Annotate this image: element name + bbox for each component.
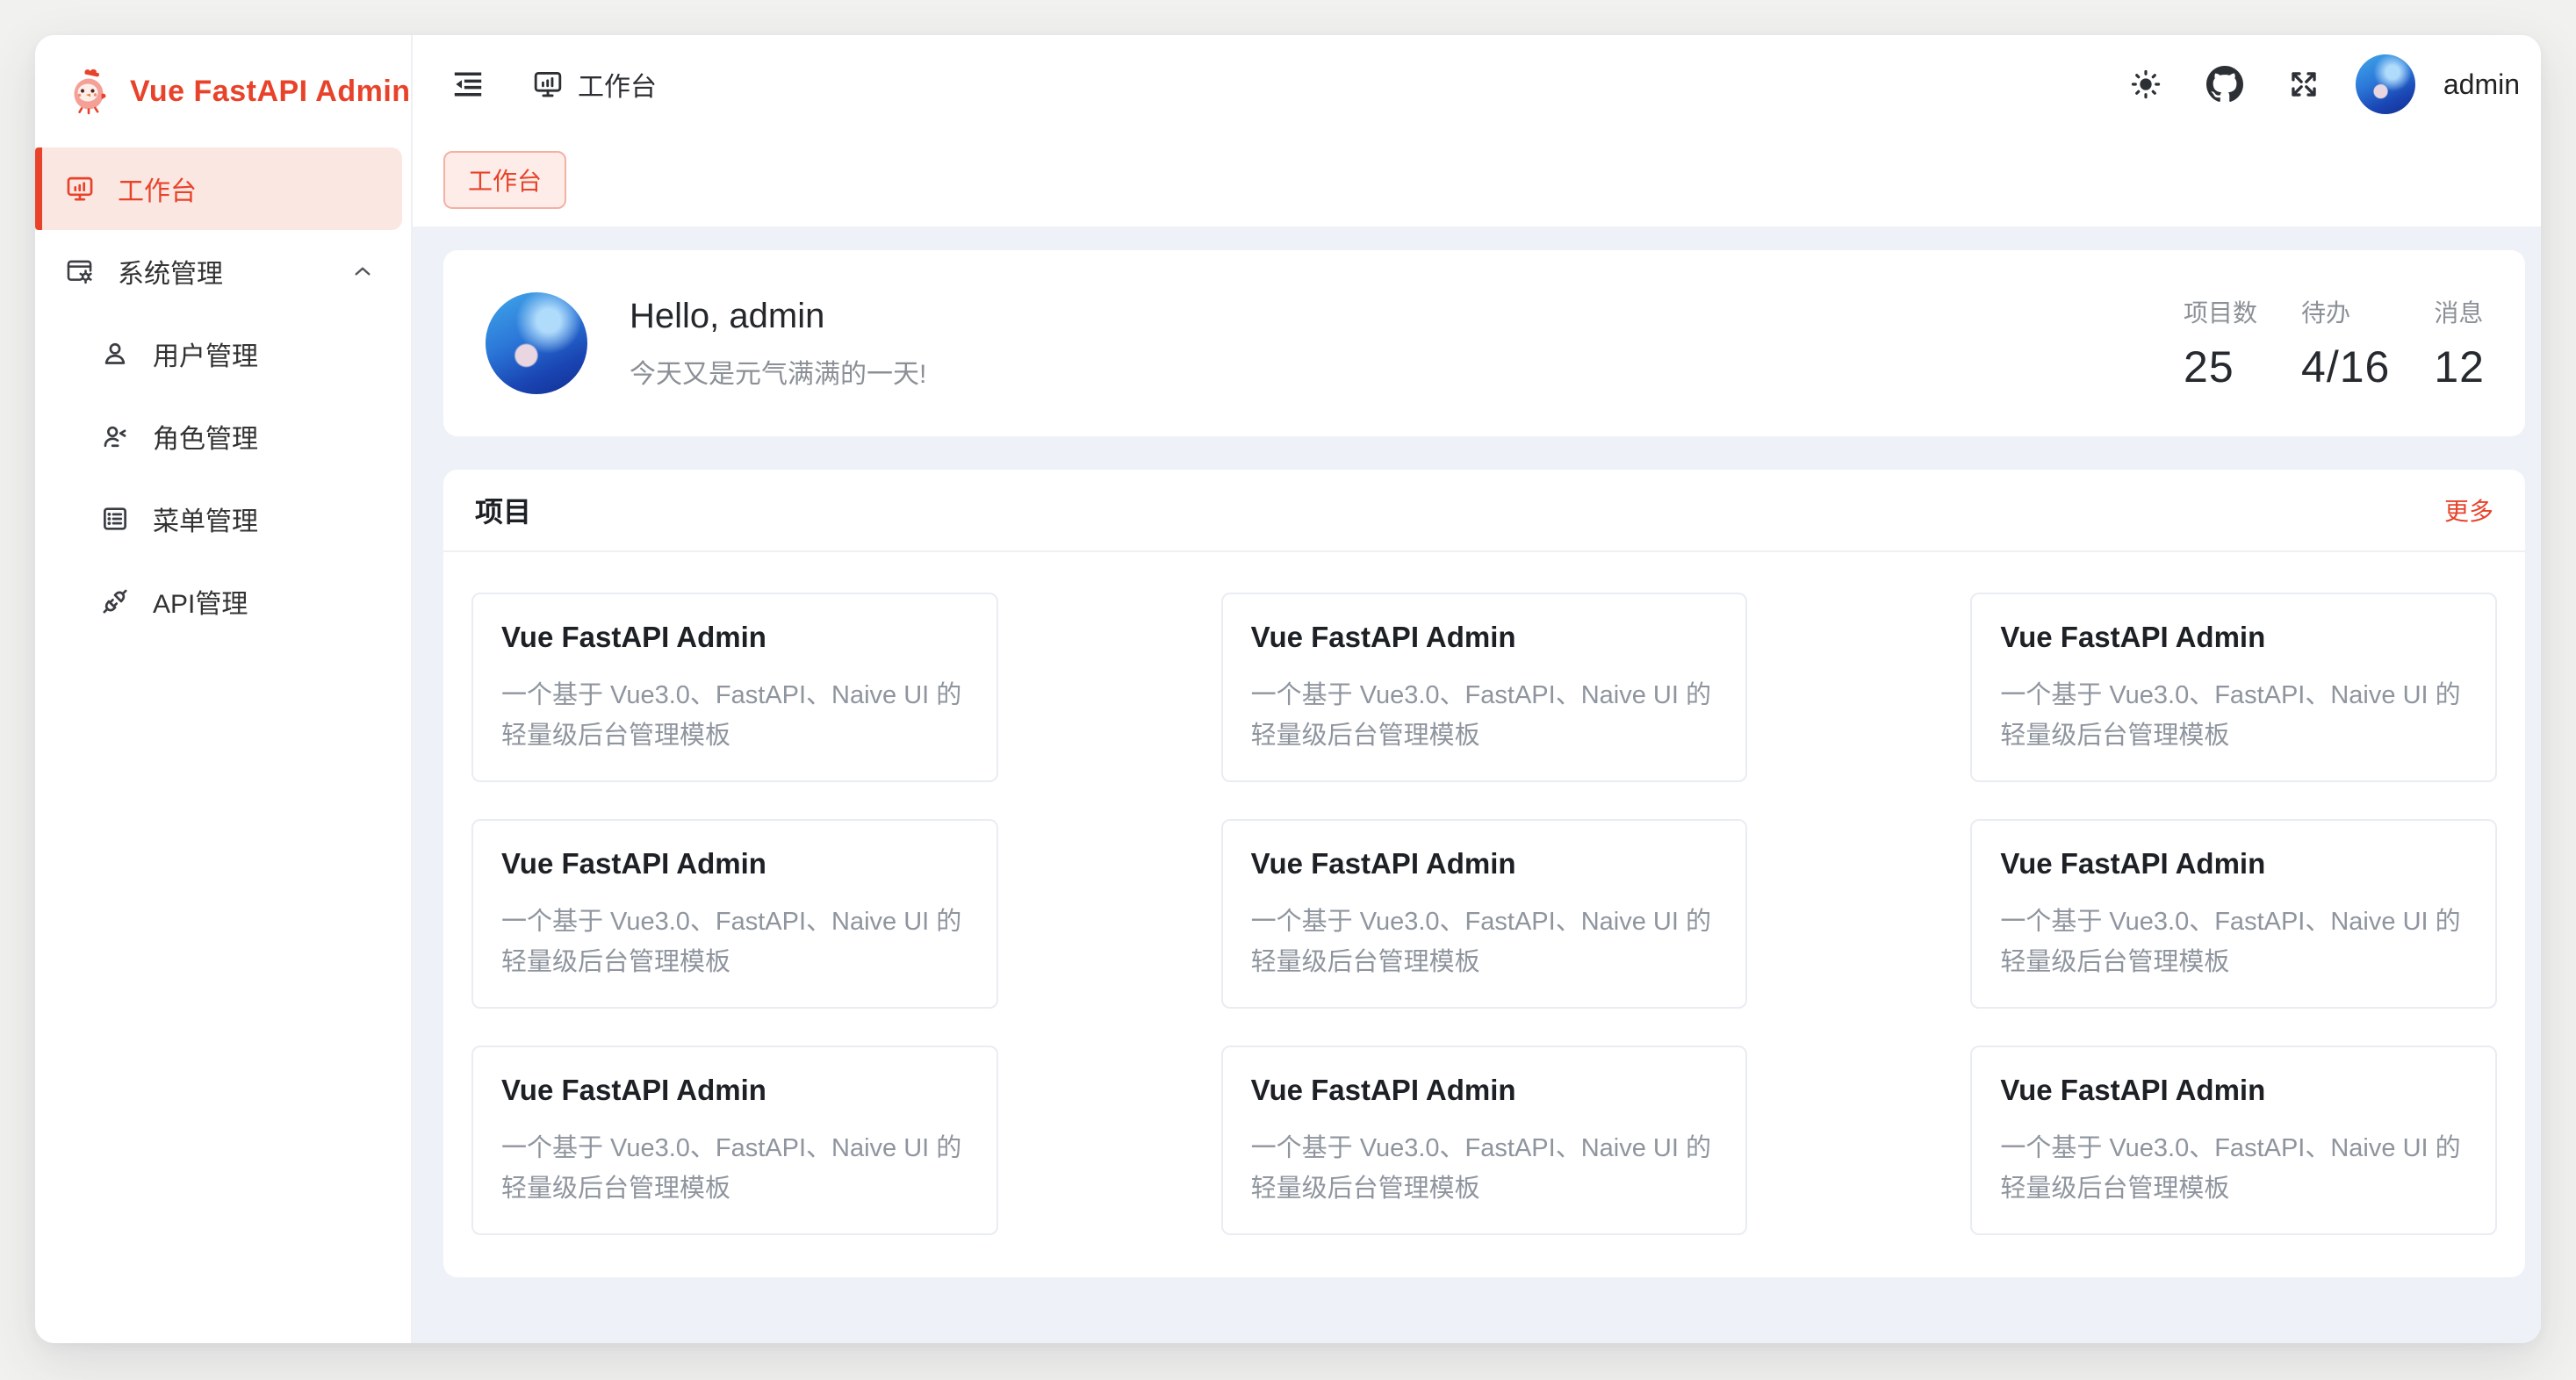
welcome-title: Hello, admin (630, 297, 926, 336)
menu-fold-icon (451, 68, 485, 101)
stat-value: 4/16 (2301, 341, 2390, 392)
username[interactable]: admin (2443, 68, 2520, 101)
sidebar-item-label: 菜单管理 (153, 500, 258, 538)
project-title: Vue FastAPI Admin (501, 847, 968, 880)
projects-grid: Vue FastAPI Admin 一个基于 Vue3.0、FastAPI、Na… (471, 593, 2497, 1235)
user-icon (100, 339, 130, 369)
sidebar-item-api-management[interactable]: API管理 (35, 560, 411, 643)
project-description: 一个基于 Vue3.0、FastAPI、Naive UI 的轻量级后台管理模板 (2000, 902, 2467, 982)
stat-label: 待办 (2301, 294, 2390, 329)
breadcrumb-workbench-icon (532, 68, 564, 100)
project-description: 一个基于 Vue3.0、FastAPI、Naive UI 的轻量级后台管理模板 (2000, 1128, 2467, 1209)
project-card[interactable]: Vue FastAPI Admin 一个基于 Vue3.0、FastAPI、Na… (1970, 593, 2497, 782)
welcome-text: Hello, admin 今天又是元气满满的一天! (630, 297, 926, 391)
project-description: 一个基于 Vue3.0、FastAPI、Naive UI 的轻量级后台管理模板 (501, 675, 968, 756)
role-icon (100, 421, 130, 451)
project-card[interactable]: Vue FastAPI Admin 一个基于 Vue3.0、FastAPI、Na… (471, 1046, 998, 1235)
projects-more-link[interactable]: 更多 (2444, 492, 2493, 528)
project-card[interactable]: Vue FastAPI Admin 一个基于 Vue3.0、FastAPI、Na… (471, 593, 998, 782)
desktop-background: Vue FastAPI Admin 工作台 系统管理 用户管理 (0, 0, 2576, 1380)
user-avatar[interactable] (2356, 54, 2415, 114)
app-window: Vue FastAPI Admin 工作台 系统管理 用户管理 (35, 35, 2541, 1343)
project-card[interactable]: Vue FastAPI Admin 一个基于 Vue3.0、FastAPI、Na… (1221, 1046, 1748, 1235)
project-description: 一个基于 Vue3.0、FastAPI、Naive UI 的轻量级后台管理模板 (2000, 675, 2467, 756)
sun-icon (2129, 68, 2162, 101)
project-title: Vue FastAPI Admin (501, 1074, 968, 1107)
chevron-up-icon (349, 258, 376, 284)
projects-card: 项目 更多 Vue FastAPI Admin 一个基于 Vue3.0、Fast… (443, 470, 2525, 1277)
sidebar-item-menu-management[interactable]: 菜单管理 (35, 478, 411, 560)
stat-todo: 待办 4/16 (2301, 294, 2390, 392)
stat-messages: 消息 12 (2434, 294, 2485, 392)
sidebar-item-label: 系统管理 (118, 252, 223, 291)
project-card[interactable]: Vue FastAPI Admin 一个基于 Vue3.0、FastAPI、Na… (471, 819, 998, 1009)
header: 工作台 admin (413, 35, 2541, 133)
github-button[interactable] (2198, 57, 2252, 111)
tab-bar: 工作台 (413, 133, 2541, 226)
stat-label: 项目数 (2184, 294, 2257, 329)
sidebar-item-label: 工作台 (118, 169, 197, 208)
tab-workbench[interactable]: 工作台 (443, 151, 566, 209)
app-title: Vue FastAPI Admin (130, 75, 411, 109)
sidebar-item-workbench[interactable]: 工作台 (35, 147, 402, 230)
stat-projects: 项目数 25 (2184, 294, 2257, 392)
project-description: 一个基于 Vue3.0、FastAPI、Naive UI 的轻量级后台管理模板 (1251, 1128, 1718, 1209)
welcome-card: Hello, admin 今天又是元气满满的一天! 项目数 25 待办 4/16 (443, 250, 2525, 436)
github-icon (2206, 66, 2243, 103)
project-description: 一个基于 Vue3.0、FastAPI、Naive UI 的轻量级后台管理模板 (501, 902, 968, 982)
sidebar-item-label: 用户管理 (153, 334, 258, 373)
project-title: Vue FastAPI Admin (1251, 1074, 1718, 1107)
project-card[interactable]: Vue FastAPI Admin 一个基于 Vue3.0、FastAPI、Na… (1221, 819, 1748, 1009)
welcome-stats: 项目数 25 待办 4/16 消息 12 (2184, 294, 2485, 392)
projects-header: 项目 更多 (443, 470, 2525, 552)
sidebar-item-system-management[interactable]: 系统管理 (35, 230, 411, 313)
header-actions: admin (2120, 54, 2520, 114)
theme-toggle-button[interactable] (2120, 59, 2171, 110)
project-description: 一个基于 Vue3.0、FastAPI、Naive UI 的轻量级后台管理模板 (1251, 675, 1718, 756)
sidebar-item-role-management[interactable]: 角色管理 (35, 395, 411, 478)
project-description: 一个基于 Vue3.0、FastAPI、Naive UI 的轻量级后台管理模板 (1251, 902, 1718, 982)
collapse-sidebar-button[interactable] (443, 59, 493, 110)
system-settings-icon (65, 256, 95, 286)
project-card[interactable]: Vue FastAPI Admin 一个基于 Vue3.0、FastAPI、Na… (1970, 1046, 2497, 1235)
project-title: Vue FastAPI Admin (501, 621, 968, 654)
content-area: Hello, admin 今天又是元气满满的一天! 项目数 25 待办 4/16 (413, 226, 2541, 1343)
stat-label: 消息 (2434, 294, 2485, 329)
fullscreen-button[interactable] (2278, 59, 2329, 110)
welcome-avatar (486, 292, 587, 394)
sidebar-item-label: 角色管理 (153, 417, 258, 456)
breadcrumb[interactable]: 工作台 (532, 65, 657, 104)
project-title: Vue FastAPI Admin (2000, 847, 2467, 880)
sidebar: Vue FastAPI Admin 工作台 系统管理 用户管理 (35, 35, 413, 1343)
project-title: Vue FastAPI Admin (1251, 621, 1718, 654)
fullscreen-icon (2287, 68, 2321, 101)
sidebar-item-user-management[interactable]: 用户管理 (35, 313, 411, 395)
stat-value: 12 (2434, 341, 2485, 392)
project-card[interactable]: Vue FastAPI Admin 一个基于 Vue3.0、FastAPI、Na… (1221, 593, 1748, 782)
project-card[interactable]: Vue FastAPI Admin 一个基于 Vue3.0、FastAPI、Na… (1970, 819, 2497, 1009)
project-title: Vue FastAPI Admin (1251, 847, 1718, 880)
api-plug-icon (100, 586, 130, 616)
stat-value: 25 (2184, 341, 2257, 392)
app-logo[interactable]: Vue FastAPI Admin (35, 35, 411, 147)
project-title: Vue FastAPI Admin (2000, 1074, 2467, 1107)
chick-logo-icon (67, 68, 111, 115)
projects-title: 项目 (475, 490, 531, 530)
workbench-monitor-icon (65, 174, 95, 204)
breadcrumb-label: 工作台 (578, 65, 657, 104)
menu-list-icon (100, 504, 130, 534)
main-area: 工作台 admin 工作台 (413, 35, 2541, 1343)
project-description: 一个基于 Vue3.0、FastAPI、Naive UI 的轻量级后台管理模板 (501, 1128, 968, 1209)
sidebar-item-label: API管理 (153, 582, 248, 621)
sidebar-menu: 工作台 系统管理 用户管理 角色管理 菜单管理 (35, 147, 411, 643)
project-title: Vue FastAPI Admin (2000, 621, 2467, 654)
welcome-subtitle: 今天又是元气满满的一天! (630, 352, 926, 391)
